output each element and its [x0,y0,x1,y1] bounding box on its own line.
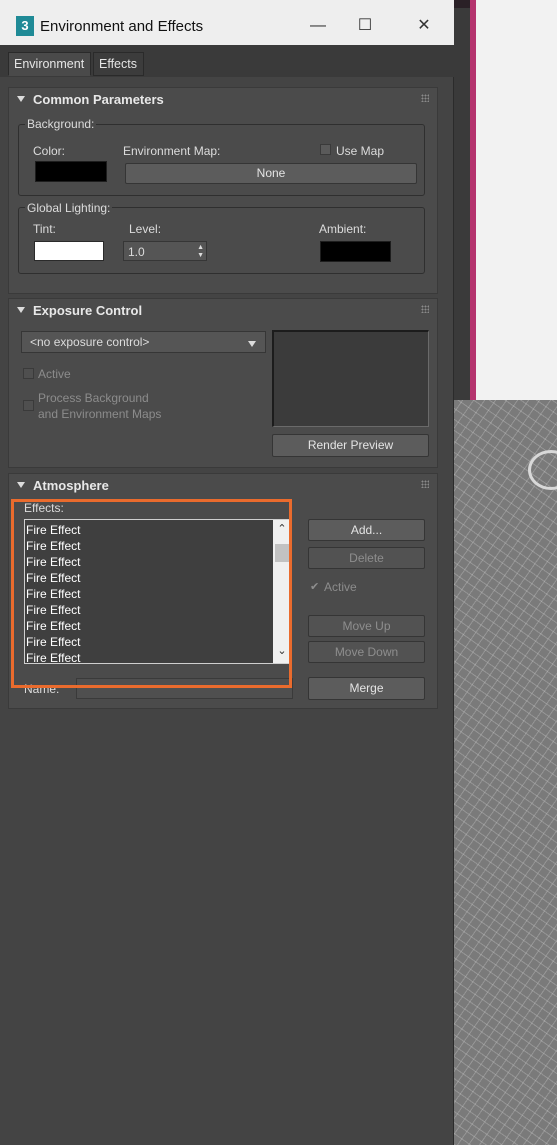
exposure-active-checkbox[interactable] [23,368,34,379]
ambient-label: Ambient: [319,222,367,236]
background-group [18,124,425,196]
background-color-swatch[interactable] [35,161,107,182]
spinner-arrows-icon[interactable]: ▲ ▼ [197,244,204,260]
rollout-title: Exposure Control [33,303,143,318]
rollout-exposure-control: Exposure Control <no exposure control> A… [8,298,438,468]
rollout-title: Atmosphere [33,478,109,493]
app-icon: 3 [16,16,34,36]
move-up-button[interactable]: Move Up [308,615,425,637]
rollout-header[interactable]: Exposure Control [9,299,437,323]
maximize-button[interactable]: ☐ [345,12,385,40]
tint-color-swatch[interactable] [34,241,104,261]
rollout-title: Common Parameters [33,92,164,107]
add-effect-button[interactable]: Add... [308,519,425,541]
level-spinner[interactable]: 1.0 ▲ ▼ [123,241,207,261]
rollout-header[interactable]: Common Parameters [9,88,437,112]
use-map-checkbox[interactable] [320,144,331,155]
title-bar[interactable]: 3 Environment and Effects — ☐ ✕ [0,0,454,45]
minimize-button[interactable]: — [298,12,338,40]
tab-bar: Environment Effects [0,45,454,77]
close-button[interactable]: ✕ [404,12,444,40]
process-background-label-2: and Environment Maps [38,407,162,421]
environment-map-button[interactable]: None [125,163,417,184]
checkmark-icon: ✔ [310,581,320,593]
background-scene-panel [476,0,557,400]
exposure-active-label: Active [38,367,71,381]
merge-button[interactable]: Merge [308,677,425,700]
process-background-checkbox[interactable] [23,400,34,411]
dropdown-arrow-icon [248,341,256,347]
rollout-common-parameters: Common Parameters Background: Color: Env… [8,87,438,294]
atmosphere-active-label: Active [324,580,357,594]
environment-effects-dialog: 3 Environment and Effects — ☐ ✕ Environm… [0,0,454,1145]
render-preview-button[interactable]: Render Preview [272,434,429,457]
highlight-annotation-box [11,499,292,688]
ambient-color-swatch[interactable] [320,241,391,262]
tint-label: Tint: [33,222,56,236]
exposure-preview-area [272,330,429,427]
viewport-object [528,450,557,490]
global-lighting-group-label: Global Lighting: [25,201,113,215]
drag-grip-icon[interactable] [421,480,429,488]
level-value: 1.0 [128,245,145,259]
environment-map-label: Environment Map: [123,144,221,158]
level-label: Level: [129,222,162,236]
collapse-triangle-icon [17,96,25,102]
exposure-control-dropdown[interactable]: <no exposure control> [21,331,266,353]
background-group-label: Background: [25,117,97,131]
collapse-triangle-icon [17,482,25,488]
tab-effects[interactable]: Effects [93,52,144,76]
exposure-control-selected: <no exposure control> [30,335,150,349]
process-background-label-1: Process Background [38,391,149,405]
drag-grip-icon[interactable] [421,94,429,102]
move-down-button[interactable]: Move Down [308,641,425,663]
background-viewport-grid [454,400,557,1145]
rollout-header[interactable]: Atmosphere [9,474,437,498]
delete-effect-button[interactable]: Delete [308,547,425,569]
window-title: Environment and Effects [40,18,204,35]
drag-grip-icon[interactable] [421,305,429,313]
tab-environment[interactable]: Environment [8,52,91,76]
use-map-label: Use Map [336,144,385,158]
collapse-triangle-icon [17,307,25,313]
color-label: Color: [33,144,66,158]
